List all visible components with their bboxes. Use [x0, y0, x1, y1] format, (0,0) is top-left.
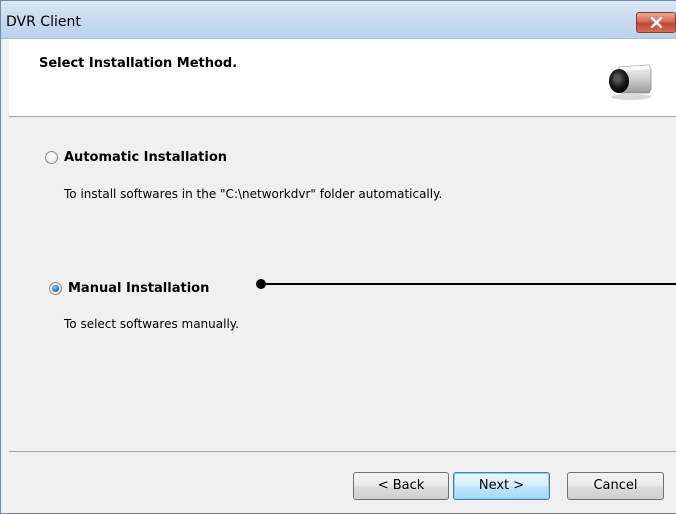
back-button[interactable]: < Back [353, 472, 449, 500]
automatic-installation-option[interactable]: Automatic Installation [45, 150, 227, 165]
close-button[interactable] [636, 12, 676, 33]
manual-installation-label: Manual Installation [68, 281, 210, 296]
next-button[interactable]: Next > [453, 472, 550, 500]
window-title: DVR Client [6, 14, 81, 30]
camera-icon [609, 64, 652, 100]
header-panel: Select Installation Method. [9, 39, 676, 117]
manual-installation-option[interactable]: Manual Installation [49, 281, 209, 296]
callout-dot [256, 279, 266, 289]
callout-line [262, 283, 676, 285]
page-title: Select Installation Method. [39, 56, 238, 71]
automatic-installation-label: Automatic Installation [64, 150, 228, 165]
installer-window: DVR Client Select Installation Method. A… [0, 0, 676, 514]
cancel-button[interactable]: Cancel [567, 472, 664, 500]
title-bar[interactable]: DVR Client [1, 1, 676, 39]
manual-installation-radio[interactable] [49, 282, 62, 295]
automatic-installation-description: To install softwares in the "C:\networkd… [64, 187, 443, 201]
automatic-installation-radio[interactable] [45, 151, 58, 164]
close-icon [650, 17, 663, 28]
manual-installation-description: To select softwares manually. [64, 317, 239, 331]
